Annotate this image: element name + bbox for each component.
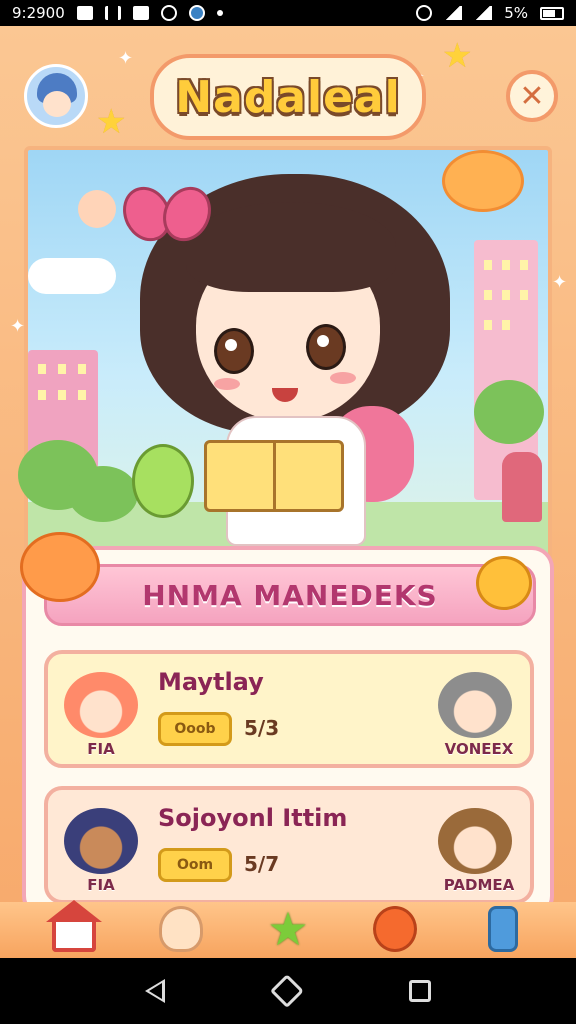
- character-blush: [330, 372, 356, 384]
- mission-avatar-right: [438, 808, 512, 874]
- character-blush: [214, 378, 240, 390]
- orange-icon: [373, 906, 418, 952]
- status-bar: 9:2900 5%: [0, 0, 576, 26]
- sparkle-icon: ✦: [552, 272, 568, 293]
- sparkle-icon: ✦: [118, 48, 134, 69]
- pet-icon: [442, 150, 524, 212]
- mission-action-button[interactable]: Oom: [158, 848, 232, 882]
- star-icon: ★: [442, 36, 473, 76]
- mission-action-label: Oom: [176, 857, 214, 873]
- vpn-icon: [416, 5, 433, 21]
- mission-title: Maytlay: [158, 668, 264, 696]
- sun-icon: [78, 190, 116, 228]
- bush-icon: [68, 466, 138, 522]
- tab-pets[interactable]: [151, 902, 211, 958]
- bottom-tab-bar: ★: [0, 900, 576, 958]
- mission-avatar-right: [438, 672, 512, 738]
- cat-pet-icon: [20, 532, 100, 602]
- character-eye: [306, 324, 346, 370]
- wifi-icon: [474, 6, 493, 20]
- mission-action-label: Ooob: [174, 721, 216, 737]
- mission-progress: 5/7: [244, 852, 280, 876]
- character-bangs: [186, 202, 396, 292]
- notification-icon: [76, 6, 93, 20]
- cloud-icon: [28, 258, 116, 294]
- mission-avatar-label: PADMEA: [443, 876, 515, 894]
- more-notifications-icon: [216, 10, 223, 16]
- mission-card[interactable]: FIA Sojoyonl Ittim Oom 5/7 PADMEA: [44, 786, 534, 904]
- mission-avatar-label: VONEEX: [444, 740, 514, 758]
- mission-avatar-left: [64, 672, 138, 738]
- mission-avatar-label: FIA: [87, 740, 115, 758]
- character-eye: [214, 328, 254, 374]
- mission-action-button[interactable]: Ooob: [158, 712, 232, 746]
- mission-avatar-label: FIA: [87, 876, 115, 894]
- status-right: 5%: [416, 4, 564, 22]
- battery-percent: 5%: [504, 4, 528, 22]
- tab-star[interactable]: ★: [258, 902, 318, 958]
- player-avatar[interactable]: [24, 64, 88, 128]
- mission-avatar-left: [64, 808, 138, 874]
- key-icon: [488, 906, 519, 952]
- mission-card[interactable]: FIA Maytlay Ooob 5/3 VONEEX: [44, 650, 534, 768]
- alarm-icon: [160, 5, 177, 21]
- sign-icon: [502, 452, 542, 522]
- chick-pet-icon: [476, 556, 532, 610]
- app-title: Nadaleal: [175, 71, 401, 123]
- tab-items[interactable]: [365, 902, 425, 958]
- gallery-icon: [132, 6, 149, 20]
- missions-panel: HNMA MANEDEKS FIA Maytlay Ooob 5/3 VONEE…: [22, 546, 554, 918]
- tab-home[interactable]: [44, 900, 104, 958]
- app-screen: ★ ★ ✦ ✦ ✦ ✦ Nadaleal ✕ HNMA MANEDEKS FIA…: [0, 26, 576, 958]
- tree-icon: [474, 380, 544, 444]
- plane-icon: [104, 6, 121, 20]
- star-icon: ★: [267, 902, 309, 956]
- status-left: 9:2900: [12, 4, 223, 22]
- sparkle-icon: ✦: [10, 316, 26, 337]
- app-icon: [188, 5, 205, 21]
- recents-icon[interactable]: [409, 980, 431, 1002]
- bow-icon: [124, 178, 210, 248]
- star-icon: ★: [96, 102, 127, 142]
- tab-settings[interactable]: [472, 902, 532, 958]
- lemon-icon: [132, 444, 194, 518]
- back-icon[interactable]: [145, 979, 165, 1003]
- panel-header: HNMA MANEDEKS: [44, 564, 536, 626]
- home-nav-icon[interactable]: [270, 974, 304, 1008]
- mission-progress: 5/3: [244, 716, 280, 740]
- battery-icon: [540, 6, 564, 20]
- status-time: 9:2900: [12, 4, 65, 22]
- home-icon: [45, 900, 102, 952]
- book-icon: [204, 440, 344, 512]
- title-banner: Nadaleal: [150, 54, 426, 140]
- bunny-icon: [158, 906, 203, 952]
- close-button[interactable]: ✕: [506, 70, 558, 122]
- mission-title: Sojoyonl Ittim: [158, 804, 348, 832]
- panel-title: HNMA MANEDEKS: [142, 578, 438, 612]
- signal-icon: [444, 6, 463, 20]
- system-nav-bar: [0, 958, 576, 1024]
- close-icon: ✕: [519, 78, 545, 114]
